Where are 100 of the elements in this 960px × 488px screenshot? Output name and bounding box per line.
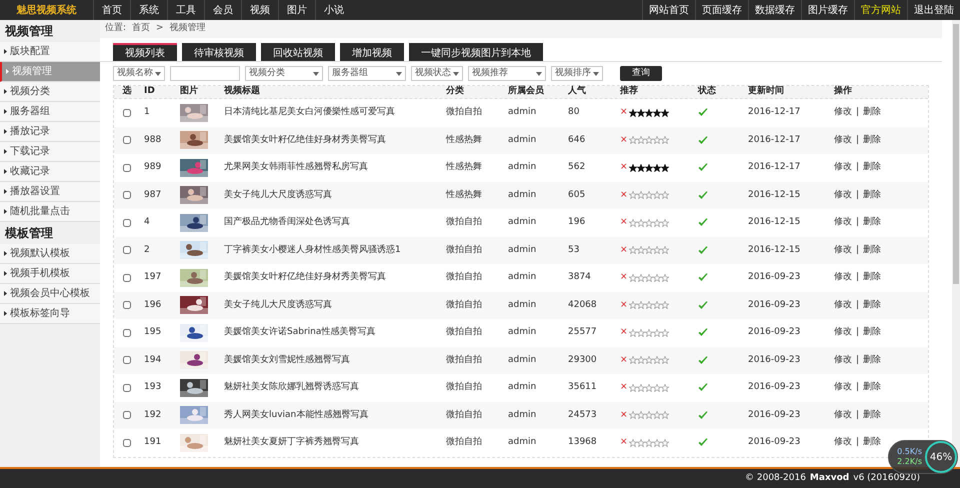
video-title[interactable]: 魅妍社美女陈欣娜乳翘臀诱惑写真	[220, 381, 442, 394]
video-title[interactable]: 美女子纯儿大尺度诱惑写真	[220, 298, 442, 312]
delete-link[interactable]: 删除	[863, 408, 882, 422]
row-checkbox[interactable]	[123, 328, 131, 337]
sidebar-item[interactable]: 版块配置	[0, 42, 100, 62]
clear-recommend-link[interactable]: ×	[620, 354, 628, 367]
clear-recommend-link[interactable]: ×	[620, 161, 628, 174]
check-icon[interactable]	[698, 438, 708, 448]
clear-recommend-link[interactable]: ×	[620, 326, 628, 340]
row-checkbox[interactable]	[123, 191, 131, 200]
clear-recommend-link[interactable]: ×	[620, 271, 628, 284]
clear-recommend-link[interactable]: ×	[620, 298, 628, 312]
delete-link[interactable]: 删除	[863, 271, 882, 284]
filter-dropdown[interactable]: 视频状态	[411, 66, 463, 81]
check-icon[interactable]	[698, 273, 708, 282]
check-icon[interactable]	[698, 218, 708, 228]
delete-link[interactable]: 删除	[863, 436, 882, 450]
filter-dropdown[interactable]: 视频名称	[113, 66, 165, 81]
edit-link[interactable]: 修改	[834, 216, 852, 230]
sidebar-item[interactable]: 播放器设置	[0, 182, 100, 202]
check-icon[interactable]	[698, 136, 708, 145]
video-title[interactable]: 尤果网美女韩雨菲性感翘臀私房写真	[220, 161, 442, 174]
clear-recommend-link[interactable]: ×	[620, 106, 628, 120]
video-title[interactable]: 美媛馆美女刘雪妮性感翘臀写真	[220, 354, 442, 367]
edit-link[interactable]: 修改	[834, 326, 852, 340]
row-checkbox[interactable]	[123, 438, 131, 447]
row-checkbox[interactable]	[123, 218, 131, 227]
video-title[interactable]: 美媛馆美女许诺Sabrina性感美臀写真	[220, 326, 442, 340]
sidebar-item[interactable]: 视频分类	[0, 82, 100, 102]
sidebar-item[interactable]: 服务器组	[0, 102, 100, 122]
row-checkbox[interactable]	[123, 164, 131, 172]
sidebar-item[interactable]: 视频默认模板	[0, 244, 100, 264]
edit-link[interactable]: 修改	[834, 381, 852, 394]
check-icon[interactable]	[698, 190, 708, 200]
clear-recommend-link[interactable]: ×	[620, 244, 628, 257]
row-checkbox[interactable]	[123, 274, 131, 282]
check-icon[interactable]	[698, 246, 708, 255]
delete-link[interactable]: 删除	[863, 134, 882, 147]
delete-link[interactable]: 删除	[863, 298, 882, 312]
query-button[interactable]: 查询	[620, 66, 662, 81]
clear-recommend-link[interactable]: ×	[620, 436, 628, 450]
clear-recommend-link[interactable]: ×	[620, 408, 628, 422]
video-title[interactable]: 秀人网美女luvian本能性感翘臀写真	[220, 408, 442, 422]
tab[interactable]: 一键同步视频图片到本地	[409, 43, 543, 61]
row-checkbox[interactable]	[123, 356, 131, 364]
delete-link[interactable]: 删除	[863, 354, 882, 367]
tab[interactable]: 视频列表	[113, 43, 177, 61]
edit-link[interactable]: 修改	[834, 244, 852, 257]
sidebar-item[interactable]: 随机批量点击	[0, 202, 100, 222]
row-checkbox[interactable]	[123, 301, 131, 310]
sidebar-item[interactable]: 播放记录	[0, 122, 100, 142]
check-icon[interactable]	[698, 163, 708, 172]
video-title[interactable]: 丁字裤美女小樱迷人身材性感美臀风骚诱惑1	[220, 244, 442, 257]
filter-select[interactable]: 服务器组	[328, 66, 406, 81]
sidebar-item[interactable]: 模板标签向导	[0, 304, 100, 324]
edit-link[interactable]: 修改	[834, 271, 852, 284]
clear-recommend-link[interactable]: ×	[620, 188, 628, 202]
delete-link[interactable]: 删除	[863, 188, 882, 202]
edit-link[interactable]: 修改	[834, 354, 852, 367]
delete-link[interactable]: 删除	[863, 244, 882, 257]
row-checkbox[interactable]	[123, 246, 131, 254]
sidebar-item[interactable]: 收藏记录	[0, 162, 100, 182]
search-field[interactable]	[170, 66, 240, 81]
tab[interactable]: 回收站视频	[261, 43, 335, 61]
edit-link[interactable]: 修改	[834, 161, 852, 174]
edit-link[interactable]: 修改	[834, 408, 852, 422]
video-title[interactable]: 美媛馆美女叶籽亿绝佳好身材秀美臀写真	[220, 134, 442, 147]
sidebar-item[interactable]: 视频会员中心模板	[0, 284, 100, 304]
delete-link[interactable]: 删除	[863, 161, 882, 174]
video-title[interactable]: 美媛馆美女叶籽亿绝佳好身材秀美臀写真	[220, 271, 442, 284]
tab[interactable]: 待审核视频	[182, 43, 256, 61]
delete-link[interactable]: 删除	[863, 326, 882, 340]
edit-link[interactable]: 修改	[834, 106, 852, 120]
filter-select[interactable]: 视频分类	[245, 66, 323, 81]
edit-link[interactable]: 修改	[834, 298, 852, 312]
check-icon[interactable]	[698, 108, 708, 118]
clear-recommend-link[interactable]: ×	[620, 381, 628, 394]
check-icon[interactable]	[698, 328, 708, 338]
sidebar-item[interactable]: 下载记录	[0, 142, 100, 162]
check-icon[interactable]	[698, 356, 708, 365]
video-title[interactable]: 魅妍社美女夏妍丁字裤秀翘臀写真	[220, 436, 442, 450]
edit-link[interactable]: 修改	[834, 436, 852, 450]
row-checkbox[interactable]	[123, 136, 131, 144]
row-checkbox[interactable]	[123, 384, 131, 392]
video-title[interactable]: 国产极品尤物香闺深处色诱写真	[220, 216, 442, 230]
clear-recommend-link[interactable]: ×	[620, 134, 628, 147]
check-icon[interactable]	[698, 383, 708, 392]
filter-select[interactable]: 视频推荐	[468, 66, 546, 81]
row-checkbox[interactable]	[123, 411, 131, 420]
sidebar-item[interactable]: 视频手机模板	[0, 264, 100, 284]
check-icon[interactable]	[698, 300, 708, 310]
check-icon[interactable]	[698, 410, 708, 420]
breadcrumb-link[interactable]: 首页	[132, 22, 150, 36]
delete-link[interactable]: 删除	[863, 106, 882, 120]
clear-recommend-link[interactable]: ×	[620, 216, 628, 230]
video-title[interactable]: 美女子纯儿大尺度诱惑写真	[220, 188, 442, 202]
delete-link[interactable]: 删除	[863, 381, 882, 394]
tab[interactable]: 增加视频	[340, 43, 404, 61]
row-checkbox[interactable]	[123, 108, 131, 117]
edit-link[interactable]: 修改	[834, 188, 852, 202]
